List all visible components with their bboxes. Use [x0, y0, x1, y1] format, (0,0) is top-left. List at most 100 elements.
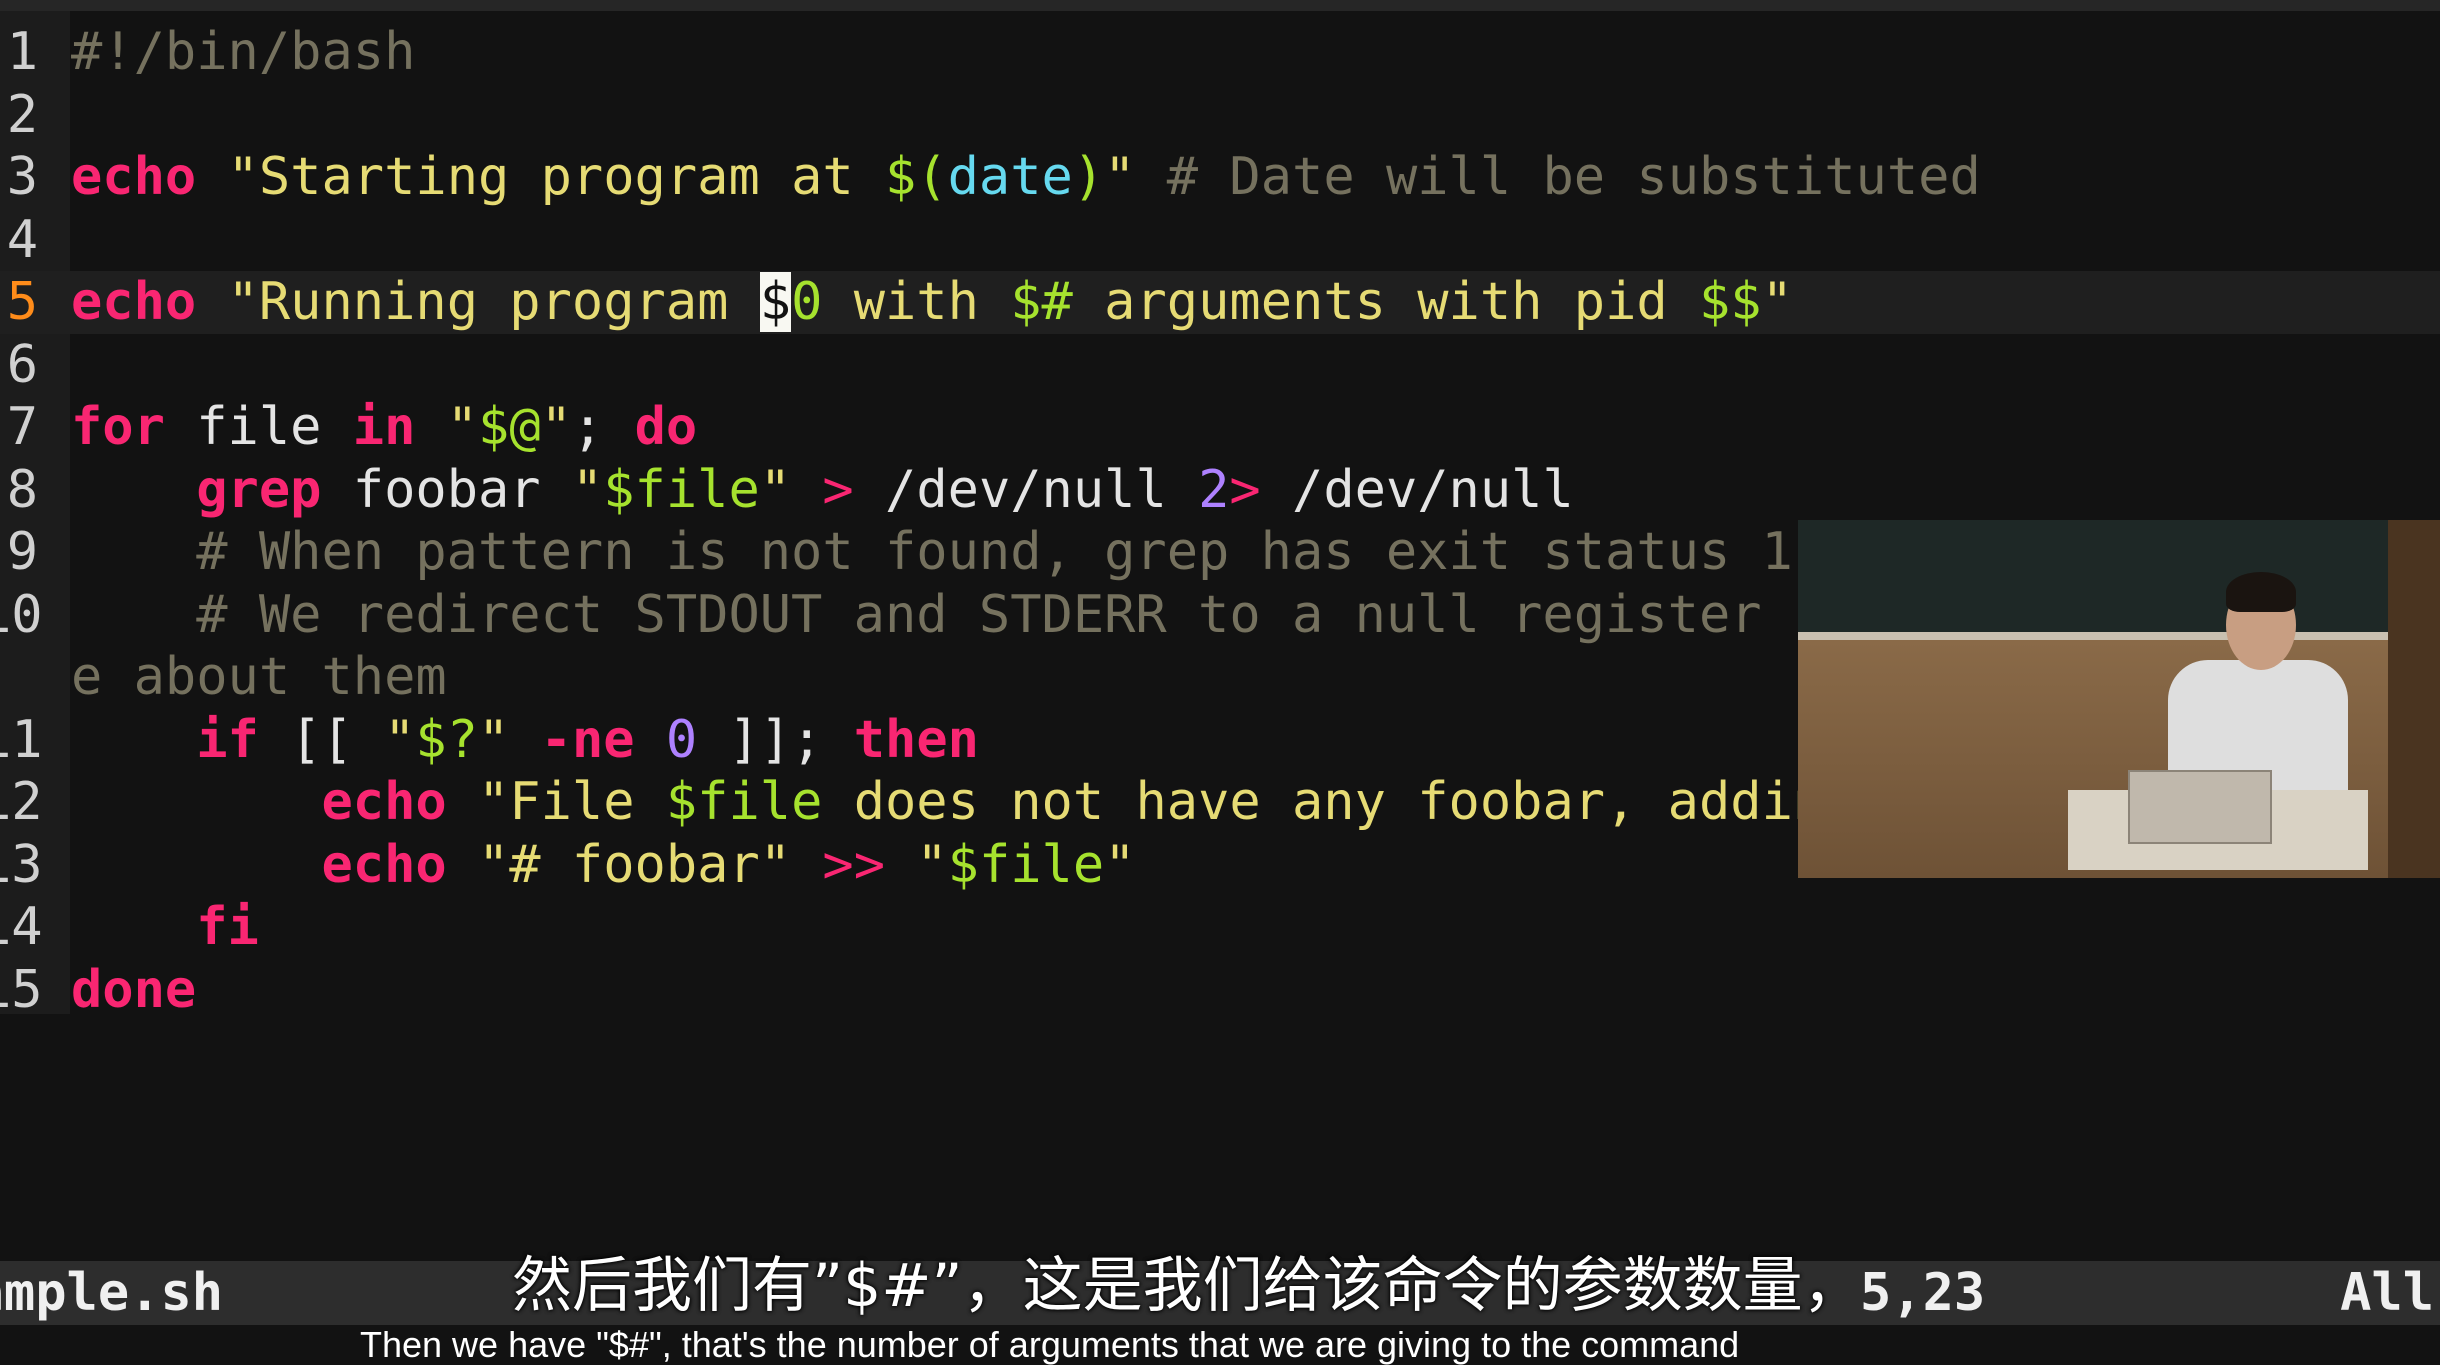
code-token: ; — [571, 397, 635, 457]
line-number: 15 — [0, 959, 43, 1020]
code-token: echo — [71, 272, 197, 332]
code-token: ) — [1072, 147, 1105, 207]
line-number: 14 — [0, 897, 43, 957]
speaker-hair — [2226, 572, 2296, 612]
subtitle-english: Then we have "$#", that's the number of … — [360, 1324, 1740, 1365]
line-number: 6 — [6, 334, 38, 395]
code-text: #!/bin/bash — [71, 21, 415, 84]
code-text: echo "Running program $0 with $# argumen… — [71, 271, 1793, 334]
line-number: 11 — [0, 709, 43, 770]
code-token: "Starting program at — [227, 147, 885, 207]
code-line[interactable]: 5 echo "Running program $0 with $# argume… — [0, 271, 2440, 334]
code-line[interactable]: 15 done — [0, 959, 2440, 1022]
code-token: " — [571, 459, 604, 520]
code-token: fi — [196, 897, 259, 957]
code-token: # When pattern is not found, grep has ex… — [71, 522, 1793, 582]
code-token: " — [1761, 272, 1793, 332]
code-line[interactable]: 7 for file in "$@"; do — [0, 396, 2440, 459]
code-token: do — [634, 397, 698, 457]
line-number: 10 — [0, 584, 43, 645]
line-number: 8 — [6, 459, 38, 520]
code-token: [[ — [258, 709, 385, 770]
line-number: 9 — [6, 522, 38, 582]
code-token: 0 — [665, 709, 698, 770]
code-token: if — [196, 709, 259, 770]
code-token: grep — [196, 459, 322, 520]
code-token: $@ — [478, 397, 541, 457]
code-token: " — [446, 397, 479, 457]
code-text: fi — [71, 896, 259, 959]
code-text: e about them — [71, 646, 447, 709]
line-number: 2 — [6, 84, 38, 145]
code-line[interactable]: 2 — [0, 84, 2440, 147]
code-token: file — [164, 397, 353, 457]
line-number: 3 — [6, 147, 38, 207]
code-token: then — [853, 709, 979, 770]
code-token: done — [71, 959, 197, 1020]
status-scroll-percent: All — [2340, 1263, 2434, 1323]
code-token: " — [384, 709, 416, 770]
code-token: /dev/null — [853, 459, 1199, 520]
code-token: date — [947, 147, 1073, 207]
text-cursor: $ — [759, 272, 792, 332]
code-token: " — [1104, 834, 1136, 895]
line-number: 12 — [0, 772, 43, 832]
code-token: > — [1229, 459, 1261, 520]
code-text: if [[ "$?" -ne 0 ]]; then — [71, 709, 979, 772]
code-token: # Date will be substituted — [1135, 147, 1981, 207]
code-line[interactable]: 1 #!/bin/bash — [0, 21, 2440, 84]
code-token: $file — [665, 772, 823, 832]
code-token: " — [540, 397, 572, 457]
code-text: grep foobar "$file" > /dev/null 2> /dev/… — [71, 459, 1574, 522]
code-token: for — [71, 397, 165, 457]
status-cursor-position: 5,23 — [1860, 1263, 1986, 1323]
code-token: $( — [885, 147, 948, 207]
code-token: " — [916, 834, 948, 895]
status-filename: example.sh — [0, 1263, 224, 1323]
code-token: with — [822, 272, 1011, 332]
code-line[interactable]: 6 — [0, 334, 2440, 397]
code-token: 0 — [791, 272, 823, 332]
window-top-bar — [0, 0, 2440, 11]
code-token: $# — [1010, 272, 1073, 332]
code-token: /dev/null — [1260, 459, 1574, 520]
code-line[interactable]: 14 fi — [0, 896, 2440, 959]
code-token: foobar — [321, 459, 572, 520]
code-token: $file — [603, 459, 760, 520]
code-token: $$ — [1699, 272, 1762, 332]
code-token: e about them — [71, 647, 447, 707]
code-token: ; — [791, 709, 854, 770]
code-text: done — [71, 959, 196, 1022]
code-token: #!/bin/bash — [71, 22, 416, 82]
laptop — [2128, 770, 2272, 844]
code-token: in — [352, 397, 416, 457]
speaker-webcam-overlay — [1798, 520, 2440, 878]
code-text: echo "File $file does not have any fooba… — [71, 771, 2012, 834]
code-token: echo — [321, 772, 447, 832]
code-token: 2 — [1198, 459, 1230, 520]
code-token: " — [759, 459, 792, 520]
code-token: "# foobar" — [478, 834, 792, 895]
code-token: echo — [321, 834, 447, 895]
code-line[interactable]: 4 — [0, 209, 2440, 272]
code-token: > — [822, 459, 854, 520]
code-token: -ne — [540, 709, 635, 770]
line-number: 1 — [6, 22, 38, 82]
code-token: $? — [415, 709, 479, 770]
subtitle-chinese: 然后我们有”$#”，这是我们给该命令的参数数量， — [512, 1251, 1863, 1321]
code-line[interactable]: 3 echo "Starting program at $(date)" # Da… — [0, 146, 2440, 209]
code-text: echo "Starting program at $(date)" # Dat… — [71, 146, 1981, 209]
code-text: # When pattern is not found, grep has ex… — [71, 521, 1793, 584]
code-line[interactable]: 8 grep foobar "$file" > /dev/null 2> /de… — [0, 459, 2440, 522]
code-token: "Running program — [227, 272, 760, 332]
